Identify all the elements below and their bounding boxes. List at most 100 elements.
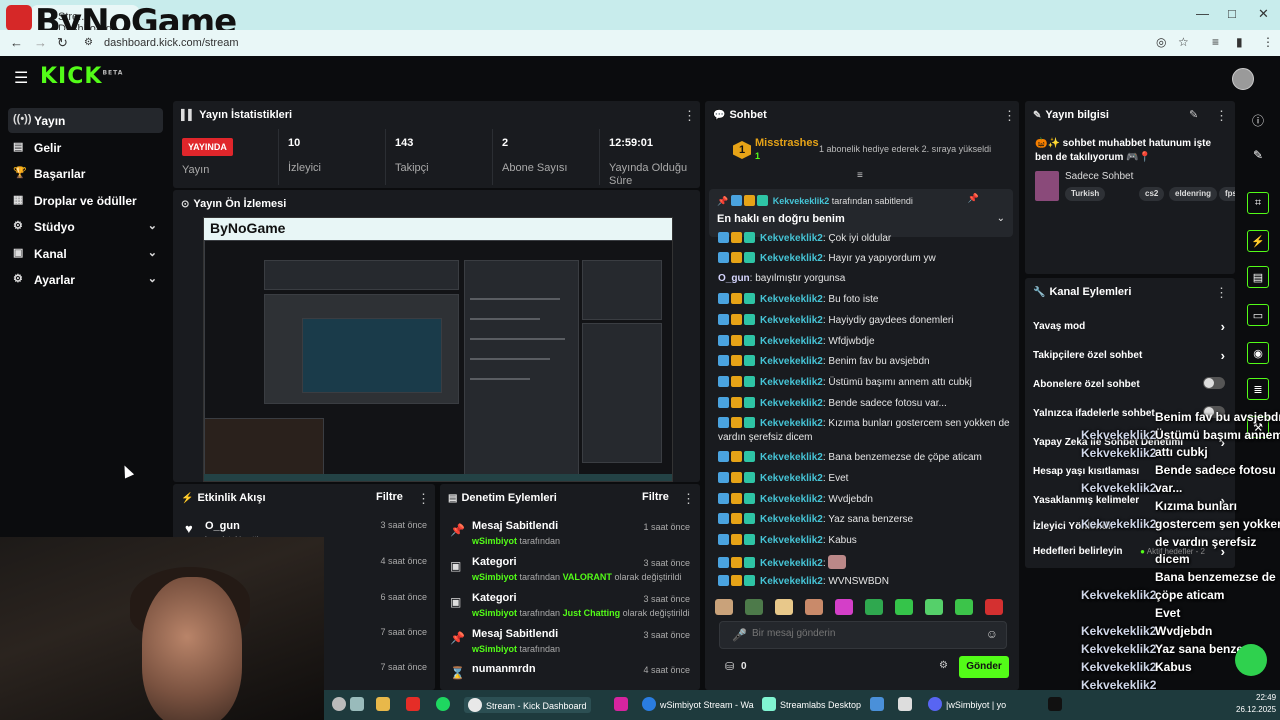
- filter-lines-icon[interactable]: ≡: [857, 170, 863, 181]
- taskbar-streamlabs-item[interactable]: Streamlabs Desktop: [762, 697, 861, 711]
- emote-icon[interactable]: [775, 599, 793, 615]
- chat-username[interactable]: Kekvekeklik2: [760, 576, 823, 587]
- chat-username[interactable]: Kekvekeklik2: [760, 514, 823, 525]
- edit-pen-icon[interactable]: ✎: [1247, 144, 1269, 166]
- kick-logo[interactable]: KICKBETA: [40, 64, 123, 89]
- taskbar-window-icon[interactable]: [350, 697, 368, 711]
- moderation-row[interactable]: ⌛ numanmrdn 4 saat önce: [440, 661, 698, 690]
- chat-message[interactable]: Kekvekeklik2: Yaz sana benzerse: [718, 513, 1018, 527]
- chat-input-box[interactable]: 🎤 ☺: [719, 621, 1007, 649]
- site-info-icon[interactable]: ⚙: [84, 37, 93, 48]
- bolt-icon[interactable]: ⚡: [1247, 230, 1269, 252]
- user-avatar[interactable]: [1232, 68, 1254, 90]
- unpin-icon[interactable]: 📌: [968, 193, 979, 204]
- clip-icon[interactable]: ⌗: [1247, 192, 1269, 214]
- edit-icon[interactable]: ✎: [1189, 108, 1198, 121]
- chat-message[interactable]: Kekvekeklik2: Üstümü başımı annem attı c…: [718, 376, 1018, 390]
- taskbar-edge-item[interactable]: wSimbiyot Stream - Wa: [642, 697, 754, 711]
- chat-message[interactable]: Kekvekeklik2: Bana benzemezse de çöpe at…: [718, 451, 1018, 465]
- stats-more-icon[interactable]: ⋮: [683, 108, 696, 124]
- taskbar-instagram-icon[interactable]: [614, 697, 632, 711]
- extension-icon[interactable]: ▮: [1236, 35, 1243, 49]
- emote-icon[interactable]: [805, 599, 823, 615]
- chat-message[interactable]: Kekvekeklik2: Hayiydiy gaydees donemleri: [718, 314, 1018, 328]
- bookmark-star-icon[interactable]: ☆: [1178, 35, 1189, 49]
- stream-info-more-icon[interactable]: ⋮: [1215, 108, 1228, 124]
- sidebar-item-3[interactable]: ▦ Droplar ve ödüller: [8, 188, 163, 213]
- chevron-right-icon[interactable]: ›: [1221, 319, 1225, 334]
- sidebar-item-5[interactable]: ▣ Kanal ⌄: [8, 241, 163, 266]
- taskbar-discord-item[interactable]: |wSimbiyot | yo: [928, 697, 1006, 711]
- layout-icon[interactable]: ≣: [1247, 378, 1269, 400]
- chat-username[interactable]: Kekvekeklik2: [760, 473, 823, 484]
- taskbar-chrome-item[interactable]: Stream - Kick Dashboard: [464, 697, 591, 713]
- chat-message[interactable]: vardın şerefsiz dicem: [718, 432, 1018, 443]
- microphone-icon[interactable]: 🎤: [732, 628, 747, 642]
- minimize-button[interactable]: —: [1196, 6, 1209, 21]
- url-field[interactable]: dashboard.kick.com/stream: [104, 37, 239, 49]
- sidebar-item-6[interactable]: ⚙ Ayarlar ⌄: [8, 267, 163, 292]
- forward-icon[interactable]: →: [34, 35, 47, 50]
- chat-message[interactable]: Kekvekeklik2: Kabus: [718, 534, 1018, 548]
- chat-username[interactable]: Kekvekeklik2: [760, 294, 823, 305]
- sidebar-item-0[interactable]: ((•)) Yayın: [8, 108, 163, 133]
- taskbar-spotify-icon[interactable]: [436, 697, 454, 711]
- reload-icon[interactable]: ↻: [57, 35, 68, 51]
- events-filter-button[interactable]: Filtre: [376, 491, 403, 503]
- channel-action-row[interactable]: Abonelere özel sohbet: [1033, 377, 1229, 390]
- chat-username[interactable]: Kekvekeklik2: [760, 336, 823, 347]
- menu-icon[interactable]: ⋮: [1262, 35, 1274, 49]
- chat-username[interactable]: Kekvekeklik2: [760, 558, 823, 569]
- chat-message[interactable]: Kekvekeklik2: Wfdjwbdje: [718, 335, 1018, 349]
- taskbar-youtube-icon[interactable]: [406, 697, 424, 711]
- chat-message[interactable]: Kekvekeklik2: Hayır ya yapıyordum yw: [718, 252, 1018, 266]
- chat-username[interactable]: Kekvekeklik2: [760, 377, 823, 388]
- chat-username[interactable]: Kekvekeklik2: [760, 398, 823, 409]
- chat-message[interactable]: Kekvekeklik2: Çok iyi oldular: [718, 232, 1018, 246]
- emoji-icon[interactable]: ☺: [986, 627, 998, 641]
- moderation-row[interactable]: ▣ Kategori 3 saat önce wSimbiyot tarafından…: [440, 590, 698, 624]
- taskbar-app2-icon[interactable]: [870, 697, 888, 711]
- emote-icon[interactable]: [745, 599, 763, 615]
- info-icon[interactable]: ⓘ: [1247, 108, 1269, 130]
- chat-username[interactable]: O_gun: [718, 273, 750, 284]
- chat-message[interactable]: Kekvekeklik2:: [718, 555, 1018, 571]
- taskbar-folder-icon[interactable]: [376, 697, 394, 711]
- chat-username[interactable]: Kekvekeklik2: [760, 452, 823, 463]
- emote-icon[interactable]: [865, 599, 883, 615]
- chat-message[interactable]: Kekvekeklik2: Benim fav bu avsjebdn: [718, 355, 1018, 369]
- message-icon[interactable]: ▭: [1247, 304, 1269, 326]
- chat-message-input[interactable]: [752, 628, 972, 639]
- chat-message[interactable]: Kekvekeklik2: WVNSWBDN: [718, 575, 1018, 589]
- moderation-more-icon[interactable]: ⋮: [682, 491, 695, 507]
- chat-message[interactable]: Kekvekeklik2: Bende sadece fotosu var...: [718, 397, 1018, 411]
- hamburger-menu-icon[interactable]: ☰: [14, 68, 28, 88]
- taskbar-tiktok-icon[interactable]: [1048, 697, 1066, 711]
- emote-icon[interactable]: [955, 599, 973, 615]
- chat-username[interactable]: Kekvekeklik2: [760, 253, 823, 264]
- eye-off-icon[interactable]: ◎: [1156, 35, 1166, 49]
- emote-icon[interactable]: [925, 599, 943, 615]
- stream-preview-video[interactable]: ByNoGame: [203, 217, 673, 482]
- send-button[interactable]: Gönder: [959, 656, 1009, 678]
- stream-tag[interactable]: eldenring: [1169, 187, 1218, 201]
- stream-tag[interactable]: cs2: [1139, 187, 1165, 201]
- maximize-button[interactable]: □: [1228, 6, 1236, 21]
- chat-message[interactable]: Kekvekeklik2: Bu foto iste: [718, 293, 1018, 307]
- chat-message[interactable]: Kekvekeklik2: Kızıma bunları gostercem s…: [718, 417, 1018, 431]
- chevron-down-icon[interactable]: ⌄: [997, 213, 1005, 224]
- points-icon[interactable]: ⛁: [725, 660, 734, 673]
- channel-actions-more-icon[interactable]: ⋮: [1215, 285, 1228, 301]
- taskbar-app3-icon[interactable]: [898, 697, 916, 711]
- chat-username[interactable]: Kekvekeklik2: [760, 494, 823, 505]
- chat-username[interactable]: Kekvekeklik2: [760, 418, 823, 429]
- channel-action-row[interactable]: Takipçilere özel sohbet ›: [1033, 348, 1229, 363]
- stream-tag[interactable]: Turkish: [1065, 187, 1106, 201]
- events-more-icon[interactable]: ⋮: [417, 491, 430, 507]
- document-icon[interactable]: ▤: [1247, 266, 1269, 288]
- chat-username[interactable]: Kekvekeklik2: [760, 356, 823, 367]
- chat-message[interactable]: Kekvekeklik2: Wvdjebdn: [718, 493, 1018, 507]
- pinned-message[interactable]: 📌 Kekvekeklik2 tarafından sabitlendi En …: [709, 189, 1013, 237]
- sidebar-item-1[interactable]: ▤ Gelir: [8, 135, 163, 160]
- moderation-filter-button[interactable]: Filtre: [642, 491, 669, 503]
